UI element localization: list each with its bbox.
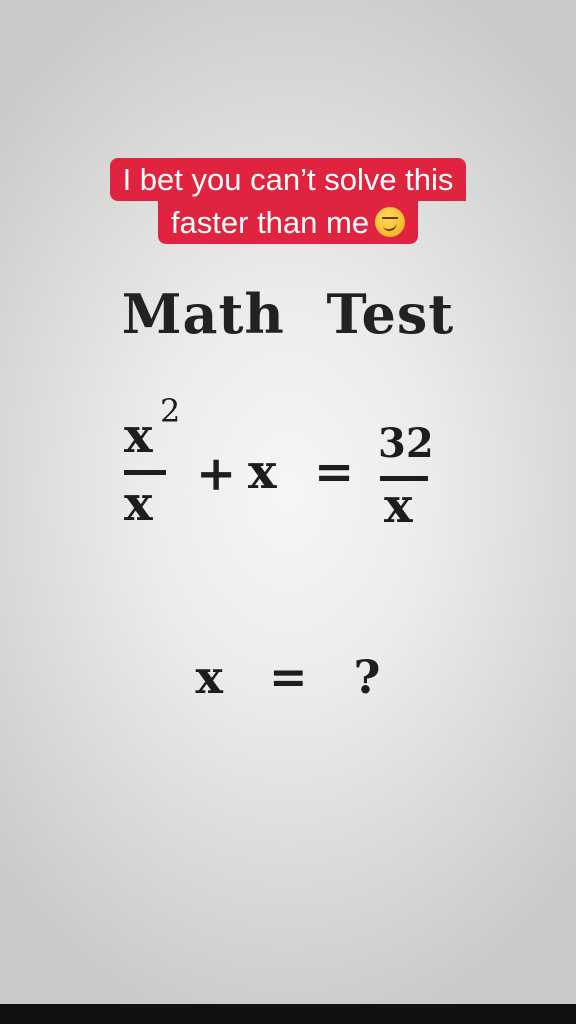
- question-line: x = ?: [0, 650, 576, 704]
- equals-sign: =: [314, 444, 355, 500]
- plus-term: x: [248, 444, 277, 500]
- caption-overlay: I bet you can’t solve this faster than m…: [0, 158, 576, 244]
- question-equals: =: [268, 650, 308, 704]
- bottom-edge: [0, 1004, 576, 1024]
- rhs-numerator: 32: [378, 420, 434, 467]
- caption-line-1: I bet you can’t solve this: [109, 158, 467, 201]
- page-title: Math Test: [121, 282, 455, 346]
- lhs-exponent: 2: [160, 392, 181, 430]
- question-unknown: ?: [353, 650, 381, 704]
- lhs-denominator: x: [124, 476, 153, 532]
- rhs-denominator: x: [384, 478, 413, 534]
- caption-line-2-text: faster than me: [170, 205, 370, 240]
- plus-sign: +: [196, 446, 237, 502]
- lhs-numerator: x: [124, 408, 153, 464]
- question-variable: x: [195, 650, 223, 704]
- smirking-face-emoji-icon: [375, 207, 406, 237]
- lhs-fraction-bar: [124, 470, 166, 475]
- caption-line-2: faster than me: [157, 201, 419, 244]
